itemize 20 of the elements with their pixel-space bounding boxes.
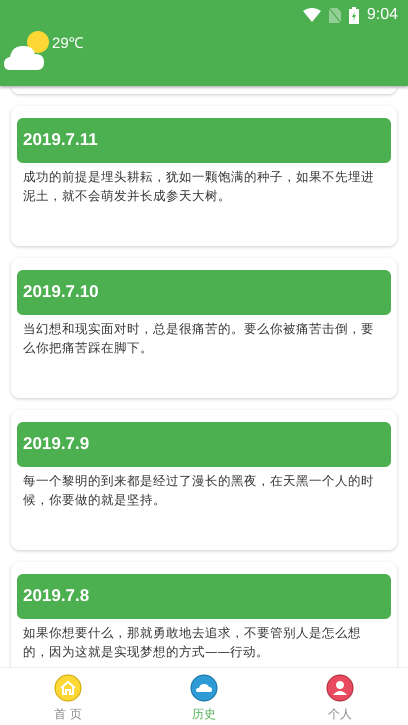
entry-text: 成功的前提是埋头耕耘，犹如一颗饱满的种子，如果不先埋进泥土，就不会萌发并长成参天大树。 (22, 168, 375, 205)
nav-tab[interactable]: 个人 (272, 668, 408, 725)
status-time: 9:04 (366, 6, 398, 24)
no-sim-icon (328, 8, 341, 22)
entry-text: 当幻想和现实面对时，总是很痛苦的。要么你被痛苦击倒，要么你把痛苦踩在脚下。 (22, 320, 375, 357)
person-icon (326, 674, 354, 702)
entry-date: 2019.7.8 (17, 574, 391, 619)
entry-text: 如果你想要什么，那就勇敢地去追求，不要管别人是怎么想的，因为这就是实现梦想的方式——行动。 (22, 624, 362, 661)
battery-icon (348, 6, 359, 24)
partly-cloudy-icon (4, 30, 52, 70)
entry-date: 2019.7.9 (17, 422, 391, 467)
temperature: 29℃ (52, 34, 84, 52)
nav-tab[interactable]: 历史 (136, 668, 272, 725)
entry-date: 2019.7.11 (17, 118, 391, 163)
cloud-icon (190, 674, 218, 702)
wifi-icon (302, 8, 321, 22)
entry-date: 2019.7.10 (17, 270, 391, 315)
nav-tab[interactable]: 首 页 (0, 668, 136, 725)
entry-text: 每一个黎明的到来都是经过了漫长的黑夜，在天黑一个人的时候，你要做的就是坚持。 (22, 472, 375, 509)
home-icon (54, 674, 82, 702)
